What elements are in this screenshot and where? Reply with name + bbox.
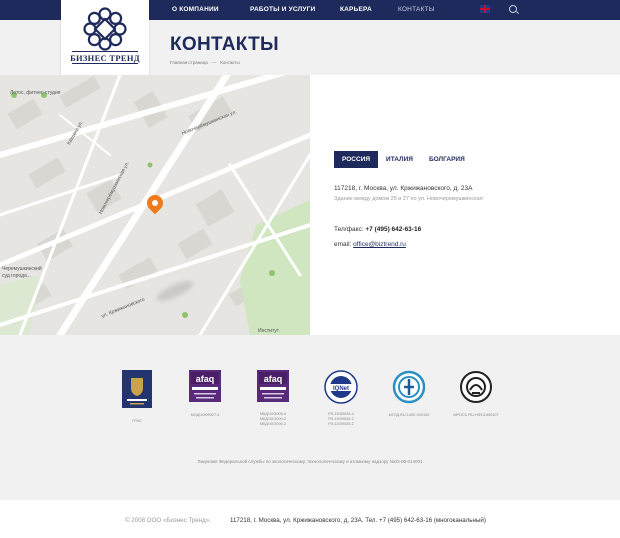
cert-caption: МГОД.RU.1402.Х00150 [388, 413, 430, 417]
cert-afaq-ohsas[interactable]: afaq МКД/10/3009-4 МКД/10/3009-2 МКД/10/… [248, 370, 298, 427]
afaq-ohsas-logo-icon: afaq [257, 370, 289, 402]
afaq-iso-logo-icon: afaq [189, 370, 221, 402]
cert-iqnet[interactable]: IQNet FR-15/09026-4 FR-15/09026-2 FR-15/… [316, 370, 366, 427]
nav-career[interactable]: КАРЬЕРА [340, 0, 372, 20]
contact-email-row: email: office@biztrend.ru [334, 241, 406, 248]
page-title: КОНТАКТЫ [170, 34, 279, 55]
uk-flag-icon[interactable] [480, 5, 490, 13]
map-label: Черемушкинский [2, 266, 42, 272]
license-text: Лицензия Федеральной службы по экологиче… [197, 459, 423, 464]
breadcrumb: Главная страница — Контакты [170, 60, 244, 65]
tab-italy[interactable]: ИТАЛИЯ [378, 151, 421, 168]
cert-caption: МРОСС.RU.НФ13.К00107 [453, 413, 499, 417]
phone-label: Тел/факс: [334, 226, 364, 233]
cert-caption: МОД/10/09027-4 [190, 413, 220, 417]
cert-caption: МКД/10/3009-2 [259, 422, 287, 426]
company-logo[interactable]: БИЗНЕС ТРЕНД [61, 0, 149, 75]
iqnet-logo-icon: IQNet [324, 370, 358, 404]
email-link[interactable]: office@biztrend.ru [353, 241, 406, 248]
gazprom-logo-icon [392, 370, 426, 404]
breadcrumb-home[interactable]: Главная страница [170, 60, 208, 65]
phone-number[interactable]: +7 (495) 642-63-16 [365, 226, 421, 233]
nav-services[interactable]: РАБОТЫ И УСЛУГИ [250, 0, 315, 20]
logo-text: БИЗНЕС ТРЕНД [61, 51, 149, 64]
svg-text:afaq: afaq [264, 374, 283, 384]
cert-caption: FR-15/09026-2 [328, 422, 354, 426]
certificates-section: ГРАС afaq МОД/10/09027-4 afaq МКД/10/300… [0, 335, 620, 500]
map-label: Лотос, фитнес студия [10, 90, 61, 96]
logo-emblem-icon [83, 7, 127, 51]
contact-phone-row: Тел/факс: +7 (495) 642-63-16 [334, 226, 421, 233]
cert-caption: ГРАС [132, 419, 142, 423]
gras-logo-icon [122, 370, 152, 408]
registr-logo-icon [460, 371, 492, 403]
breadcrumb-separator: — [211, 60, 217, 65]
breadcrumb-current: Контакты [220, 60, 240, 65]
nav-about[interactable]: О КОМПАНИИ [172, 0, 219, 20]
country-tabs: РОССИЯ ИТАЛИЯ БОЛГАРИЯ [334, 151, 473, 168]
cert-gras[interactable]: ГРАС [112, 370, 162, 424]
map-label: суд города... [2, 273, 31, 279]
contact-address: 117218, г. Москва, ул. Кржижановского, д… [334, 185, 473, 192]
svg-text:IQNet: IQNet [333, 386, 349, 392]
cert-afaq-iso[interactable]: afaq МОД/10/09027-4 [180, 370, 230, 418]
search-icon[interactable] [509, 5, 517, 13]
tab-bulgaria[interactable]: БОЛГАРИЯ [421, 151, 473, 168]
nav-contacts[interactable]: КОНТАКТЫ [398, 0, 435, 20]
cert-registr[interactable]: МРОСС.RU.НФ13.К00107 [450, 370, 502, 418]
cert-gazprom[interactable]: МГОД.RU.1402.Х00150 [383, 370, 435, 418]
footer-address: 117218, г. Москва, ул. Кржижановского, д… [230, 517, 486, 524]
svg-text:afaq: afaq [196, 374, 215, 384]
contact-address-note: Здание между домом 25 и 27 по ул. Новоче… [334, 196, 483, 202]
footer-copyright: © 2008 ООО «Бизнес Тренд». [125, 517, 211, 524]
tab-russia[interactable]: РОССИЯ [334, 151, 379, 168]
map-label: Институт [258, 328, 280, 334]
email-label: email: [334, 241, 352, 248]
